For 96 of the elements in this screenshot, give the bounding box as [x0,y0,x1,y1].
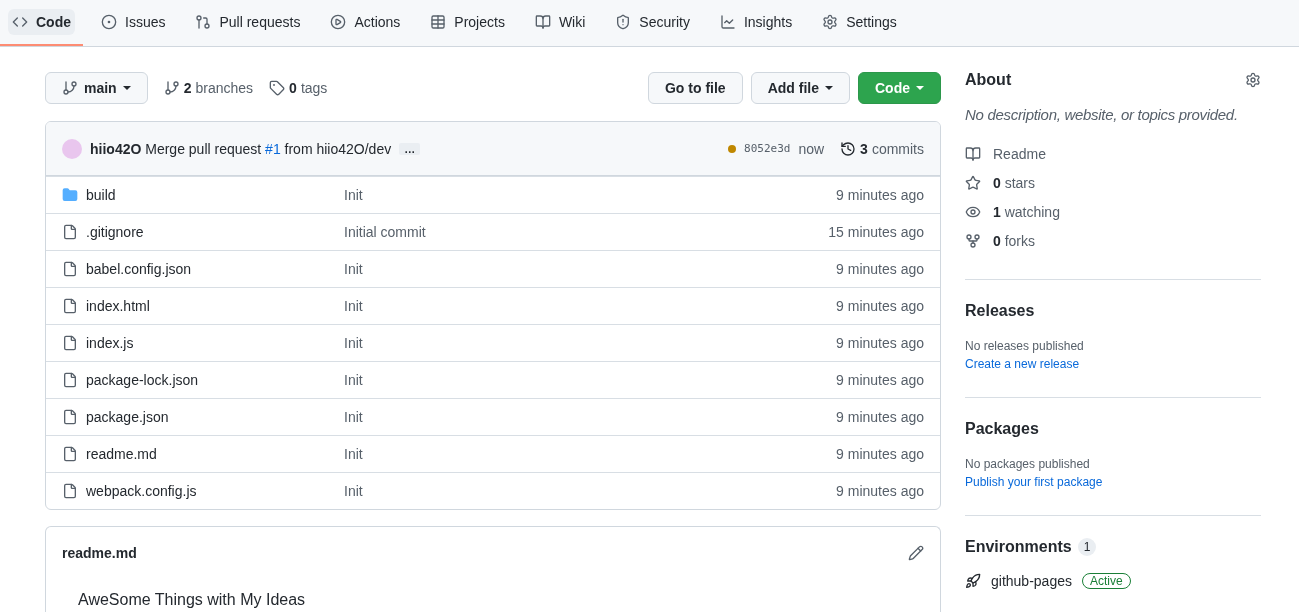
file-name[interactable]: .gitignore [86,224,344,240]
commit-message: Init [344,483,364,499]
commit-message: Init [344,335,364,351]
repo-stat-link[interactable]: 1 watching [965,197,1261,226]
section-title: Packages [965,420,1039,438]
settings-icon [822,14,839,30]
commit-time: 9 minutes ago [836,409,924,425]
commit-time: 15 minutes ago [828,224,924,240]
commit-time: now [798,140,825,157]
repo-tab[interactable]: Insights [707,0,805,46]
readme-title: readme.md [62,545,137,561]
status-dot [728,144,737,153]
commit-time: 9 minutes ago [836,187,924,203]
play-icon [330,14,347,30]
file-icon [62,446,78,462]
commit-message: Init [344,298,364,314]
settings-icon[interactable] [1245,72,1261,88]
branch-icon [62,80,78,96]
edit-icon[interactable] [908,545,924,561]
file-name[interactable]: readme.md [86,446,344,462]
branch-button[interactable]: main [45,72,148,104]
section-title: Environments [965,538,1072,556]
graph-icon [719,14,736,30]
tags-link[interactable]: 0 tags [269,80,328,96]
file-icon [62,261,78,277]
repo-stat-link[interactable]: Readme [965,139,1261,168]
section-title: Releases [965,302,1035,320]
folder-icon [62,187,78,203]
caret-icon [825,86,833,90]
commit-message: Init [344,372,364,388]
commit-message: Init [344,261,364,277]
repo-tab[interactable]: Issues [89,0,178,46]
file-name[interactable]: package.json [86,409,344,425]
file-name[interactable]: webpack.config.js [86,483,344,499]
branches-link[interactable]: 2 branches [163,80,254,96]
book-icon [534,14,551,30]
repo-tab[interactable]: Wiki [522,0,598,46]
commit-message: Init [344,446,364,462]
avatar [62,138,82,159]
publish-package-link[interactable]: Publish your first package [965,473,1261,491]
create-release-link[interactable]: Create a new release [965,355,1261,373]
repo-stat-link[interactable]: 0 forks [965,226,1261,255]
file-name[interactable]: index.html [86,298,344,314]
commit-message: hiio42O Merge pull request #1 from hiio42O/dev [90,140,392,157]
releases-note: No releases published [965,338,1085,355]
commit-time: 9 minutes ago [836,372,924,388]
caret-icon [122,86,131,90]
rocket-icon [965,573,981,589]
repo-tab[interactable]: Actions [318,0,413,46]
file-name[interactable]: build [86,187,344,203]
commit-message: Initial commit [344,224,427,240]
commit-sha[interactable]: 8052e3d [744,142,791,155]
repo-tab[interactable]: Projects [418,0,517,46]
star-icon [965,174,981,191]
add-file-button[interactable]: Add file [750,72,850,104]
file-name[interactable]: index.js [86,335,344,351]
commit-time: 9 minutes ago [836,335,924,351]
file-icon [62,483,78,499]
commit-time: 9 minutes ago [836,298,924,314]
caret-icon [916,86,924,90]
count-badge: 1 [1077,538,1097,556]
circle-dot-icon [101,14,117,30]
repo-tab[interactable]: Security [603,0,702,46]
file-name[interactable]: babel.config.json [86,261,344,277]
file-icon [62,224,78,240]
section-title: About [965,71,1012,89]
repo-stat-link[interactable]: 0 stars [965,168,1261,197]
code-icon [12,14,28,30]
environment-link[interactable]: github-pages [991,573,1072,589]
commit-time: 9 minutes ago [836,483,924,499]
commit-time: 9 minutes ago [836,261,924,277]
file-icon [62,298,78,314]
packages-note: No packages published [965,456,1091,473]
commit-time: 9 minutes ago [836,446,924,462]
commit-message: Init [344,187,364,203]
repo-tab[interactable]: Pull requests [183,0,313,46]
pull-request-icon [195,14,212,30]
repo-tab[interactable]: Settings [810,0,909,46]
go-to-file-button[interactable]: Go to file [648,72,743,104]
history-icon [840,140,857,157]
tag-icon [269,80,286,96]
repo-tab[interactable]: Code [0,0,83,46]
file-icon [62,409,78,425]
commits-link[interactable]: 3 commits [840,140,924,157]
book-icon [965,145,981,162]
file-icon [62,372,78,388]
repo-description: No description, website, or topics provided. [965,106,1239,123]
commit-message: Init [344,409,364,425]
readme-text: AweSome Things with My Ideas [78,591,306,608]
file-icon [62,335,78,351]
expand-button[interactable]: … [399,142,421,155]
file-name[interactable]: package-lock.json [86,372,344,388]
shield-icon [615,14,632,30]
table-icon [430,14,447,30]
fork-icon [965,232,981,249]
branch-icon [163,80,180,96]
